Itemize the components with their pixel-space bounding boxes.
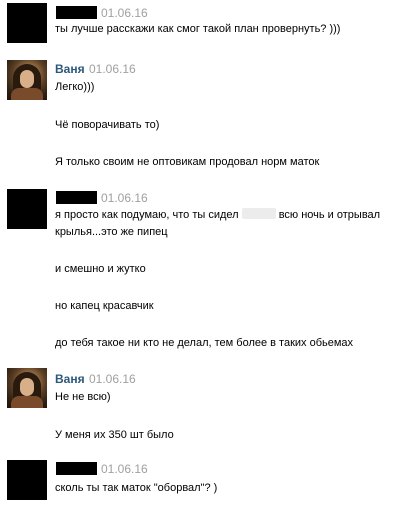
redacted-word <box>241 208 276 219</box>
avatar-face <box>20 378 34 396</box>
message-text: крылья...это же пипец <box>55 226 168 238</box>
author-name[interactable]: Ваня <box>55 372 85 386</box>
message-text: Чё поворачивать то) <box>55 119 160 131</box>
message-text: ты лучше расскажи как смог такой план пр… <box>55 23 341 35</box>
author-name[interactable]: Ваня <box>55 62 85 76</box>
message-date: 01.06.16 <box>89 372 136 386</box>
message-text-part: всю ночь и отрывал <box>278 209 381 221</box>
message-text: и смешно и жутко <box>55 263 146 275</box>
message-text: У меня их 350 шт было <box>55 429 174 441</box>
message-date: 01.06.16 <box>101 191 148 205</box>
message-text: Легко))) <box>55 81 95 93</box>
author-name-redacted[interactable] <box>56 6 97 19</box>
message-text-part: я просто как подумаю, что ты сидел <box>55 209 239 221</box>
message-text: я просто как подумаю, что ты сидел всю н… <box>55 208 380 222</box>
avatar-redacted[interactable] <box>7 460 47 500</box>
avatar-body <box>11 88 43 100</box>
avatar-redacted[interactable] <box>7 189 47 229</box>
message-text: но капец красавчик <box>55 300 154 312</box>
message-date: 01.06.16 <box>89 62 136 76</box>
avatar[interactable] <box>7 368 47 408</box>
message-text: сколь ты так маток "оборвал"? ) <box>55 482 218 494</box>
avatar-redacted[interactable] <box>7 3 47 43</box>
author-name-redacted[interactable] <box>56 462 97 475</box>
avatar-face <box>20 70 34 88</box>
message-date: 01.06.16 <box>101 462 148 476</box>
message-text: Не не всю) <box>55 391 111 403</box>
message-text: до тебя такое ни кто не делал, тем более… <box>55 337 354 349</box>
message-date: 01.06.16 <box>101 6 148 20</box>
message-text: Я только своим не оптовикам продовал нор… <box>55 156 320 168</box>
author-name-redacted[interactable] <box>56 191 97 204</box>
avatar-body <box>11 396 43 408</box>
avatar[interactable] <box>7 60 47 100</box>
